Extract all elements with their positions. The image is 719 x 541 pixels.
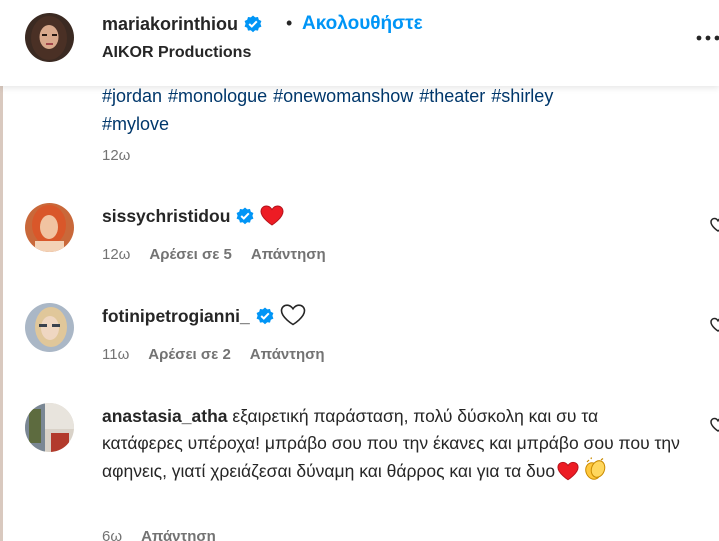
verified-badge-icon: [256, 306, 274, 325]
comment-username[interactable]: anastasia_atha: [102, 406, 228, 426]
comment-meta: 12ω Αρέσει σε 5 Απάντηση: [102, 246, 345, 263]
like-heart-icon[interactable]: [710, 217, 719, 233]
like-heart-icon[interactable]: [710, 417, 719, 433]
reply-button[interactable]: Απάντηση: [250, 346, 325, 363]
comment-meta: 6ω Απάντηση: [102, 528, 235, 541]
likes-count-button[interactable]: Αρέσει σε 5: [149, 246, 232, 263]
avatar[interactable]: [25, 203, 74, 252]
caption-timestamp[interactable]: 12ω: [102, 147, 130, 164]
avatar[interactable]: [25, 13, 74, 62]
caption-hashtags: #jordan #monologue #onewomanshow #theater #s…: [102, 82, 662, 138]
post-header: mariakorinthiou • Ακολουθήστε AIKOR Prod…: [0, 0, 719, 86]
verified-badge-icon: [236, 206, 254, 225]
reply-button[interactable]: Απάντηση: [141, 528, 216, 541]
hashtag-link[interactable]: #theater: [419, 86, 485, 106]
hashtag-link[interactable]: #onewomanshow: [273, 86, 413, 106]
hashtag-link[interactable]: #jordan: [102, 86, 162, 106]
verified-badge-icon: [244, 15, 262, 33]
like-heart-icon[interactable]: [710, 317, 719, 333]
hashtag-link[interactable]: #mylove: [102, 114, 169, 134]
reply-button[interactable]: Απάντηση: [251, 246, 326, 263]
follow-button[interactable]: Ακολουθήστε: [302, 13, 423, 35]
comment-time[interactable]: 12ω: [102, 246, 130, 263]
comment-meta: 11ω Αρέσει σε 2 Απάντηση: [102, 346, 344, 363]
more-options-icon[interactable]: [696, 30, 719, 41]
white-heart-icon: [280, 304, 306, 334]
clapping-hands-icon: [583, 457, 607, 489]
separator-dot: •: [286, 13, 293, 33]
comment-text: fotinipetrogianni_: [102, 303, 682, 334]
comment-username[interactable]: fotinipetrogianni_: [102, 306, 250, 326]
avatar[interactable]: [25, 303, 74, 352]
comment-time[interactable]: 6ω: [102, 528, 122, 541]
comment-text: anastasia_atha εξαιρετική παράσταση, πολ…: [102, 403, 682, 489]
likes-count-button[interactable]: Αρέσει σε 2: [148, 346, 231, 363]
avatar[interactable]: [25, 403, 74, 452]
comment-username[interactable]: sissychristidou: [102, 206, 230, 226]
hashtag-link[interactable]: #shirley: [491, 86, 553, 106]
post-subtitle[interactable]: AIKOR Productions: [102, 44, 251, 62]
comment-time[interactable]: 11ω: [102, 346, 129, 363]
post-author-username[interactable]: mariakorinthiou: [102, 14, 262, 35]
red-heart-icon: [557, 461, 579, 489]
hashtag-link[interactable]: #monologue: [168, 86, 267, 106]
comment-text: sissychristidou: [102, 203, 682, 234]
red-heart-icon: [260, 205, 284, 234]
